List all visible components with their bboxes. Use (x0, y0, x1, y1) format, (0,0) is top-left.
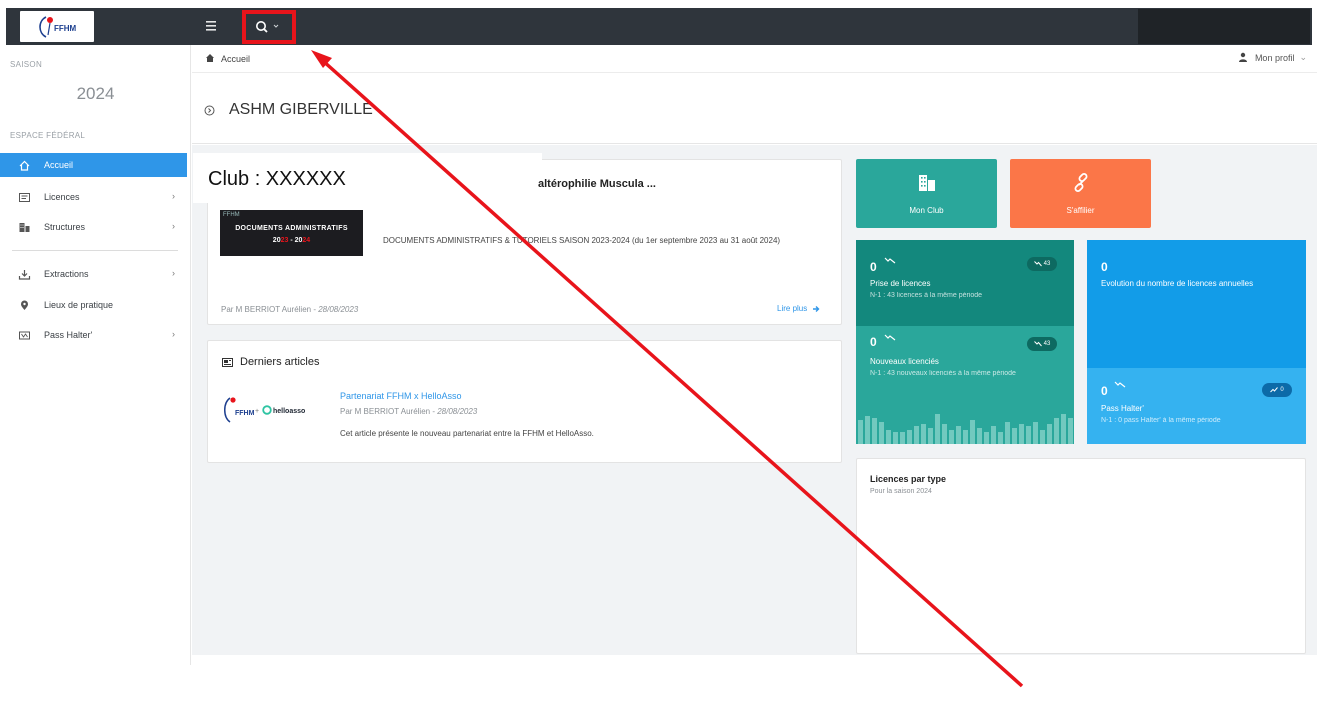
thumb-season: 2023 - 2024 (272, 237, 311, 244)
sidebar-divider (12, 250, 178, 251)
club-label: Club : XXXXXX (208, 168, 346, 190)
article-description: Cet article présente le nouveau partenar… (340, 429, 594, 438)
ticket-icon (19, 331, 30, 339)
espace-label: ESPACE FÉDÉRAL (10, 131, 86, 140)
search-icon (256, 21, 268, 33)
saison-label: SAISON (10, 60, 43, 69)
sidebar-item-label: Accueil (44, 160, 74, 170)
download-icon (18, 269, 31, 280)
svg-text:+: + (255, 408, 259, 415)
mon-club-label: Mon Club (909, 206, 944, 215)
breadcrumb-home-link[interactable]: Accueil (221, 54, 250, 64)
article-author: Par M BERRIOT Aurélien - 28/08/2023 (340, 407, 478, 416)
trend-down-icon (884, 334, 896, 341)
stat-subtitle: N-1 : 43 licences à la même période (870, 292, 983, 299)
read-more-link[interactable]: Lire plus (777, 304, 820, 313)
stat-evolution-licences[interactable]: 0 Evolution du nombre de licences annuel… (1087, 240, 1306, 368)
building-icon (919, 175, 935, 191)
sidebar-item-label: Pass Halter' (44, 330, 93, 340)
stat-value: 0 (870, 335, 877, 349)
trend-badge: 43 (1027, 257, 1057, 271)
trend-down-icon (1114, 381, 1126, 388)
stat-title: Nouveaux licenciés (870, 357, 939, 366)
sidebar-item-extractions[interactable]: Extractions › (0, 262, 187, 286)
sidebar-item-pass-halter[interactable]: Pass Halter' › (0, 323, 187, 347)
sidebar-item-label: Licences (44, 192, 80, 202)
chevron-down-icon (273, 24, 279, 28)
chevron-right-icon: › (172, 221, 175, 231)
profile-area[interactable] (1138, 9, 1310, 44)
sidebar-item-accueil[interactable]: Accueil (0, 153, 187, 177)
link-icon (1074, 173, 1088, 192)
trend-badge: 0 (1262, 383, 1292, 397)
stat-subtitle: N-1 : 43 nouveaux licenciés à la même pé… (870, 370, 1016, 377)
chevron-right-icon: › (172, 329, 175, 339)
stat-value: 0 (1101, 384, 1108, 398)
sidebar-item-lieux[interactable]: Lieux de pratique (0, 293, 187, 317)
svg-text:FFHM: FFHM (235, 410, 255, 417)
trend-down-icon (884, 257, 896, 264)
stat-title: Prise de licences (870, 279, 931, 288)
articles-heading: Derniers articles (222, 356, 319, 368)
ffhm-logo[interactable]: FFHM (20, 11, 94, 42)
home-icon (206, 54, 214, 62)
arrow-right-icon (813, 305, 820, 312)
stat-title: Pass Halter' (1101, 404, 1144, 413)
stat-pass-halter[interactable]: 0 0 Pass Halter' N-1 : 0 pass Halter' à … (1087, 368, 1306, 444)
saison-year[interactable]: 2024 (0, 84, 191, 104)
sidebar-item-label: Structures (44, 222, 86, 232)
license-card-icon (19, 192, 30, 202)
circle-chevron-icon (204, 105, 215, 116)
stat-value: 0 (1101, 260, 1108, 274)
stat-subtitle: N-1 : 0 pass Halter' à la même période (1101, 417, 1221, 424)
read-more-label: Lire plus (777, 304, 808, 313)
logo-text: FFHM (54, 24, 77, 33)
newspaper-icon (222, 357, 233, 367)
stat-nouveaux-licencies[interactable]: 0 43 Nouveaux licenciés N-1 : 43 nouveau… (856, 326, 1074, 444)
licences-type-title: Licences par type (870, 474, 947, 484)
stat-value: 0 (870, 260, 877, 274)
sidebar-item-label: Extractions (44, 269, 89, 279)
page: FFHM SAISON 2024 ESPACE FÉDÉRAL Accueil (0, 0, 1317, 709)
chevron-down-icon: ⌄ (1299, 52, 1307, 62)
sidebar-item-structures[interactable]: Structures › (0, 215, 187, 239)
sidebar-item-licences[interactable]: Licences › (0, 185, 187, 209)
article-title-link[interactable]: Partenariat FFHM x HelloAsso (340, 391, 462, 401)
page-header: ASHM GIBERVILLE (192, 74, 1317, 144)
top-bar: FFHM (6, 8, 1312, 45)
trend-badge: 43 (1027, 337, 1057, 351)
breadcrumb: Accueil Mon profil ⌄ (192, 45, 1317, 73)
sparkline-bars (858, 414, 1073, 444)
thumb-title: DOCUMENTS ADMINISTRATIFS (235, 225, 348, 232)
profile-label: Mon profil (1254, 52, 1295, 63)
page-title: ASHM GIBERVILLE (229, 101, 373, 118)
building-icon (19, 222, 30, 232)
thumb-logo: FFHM (223, 212, 240, 218)
profile-menu[interactable]: Mon profil ⌄ (1238, 52, 1307, 63)
hamburger-menu-icon[interactable] (205, 19, 221, 33)
news-author: Par M BERRIOT Aurélien - 28/08/2023 (221, 305, 359, 314)
article-thumbnail[interactable]: FFHM + helloasso (220, 388, 320, 430)
map-pin-icon (21, 300, 28, 310)
svg-text:helloasso: helloasso (273, 408, 305, 415)
user-icon (1238, 52, 1247, 62)
licences-type-subtitle: Pour la saison 2024 (870, 488, 932, 495)
search-toggle-button[interactable] (242, 10, 296, 44)
news-thumbnail[interactable]: FFHM DOCUMENTS ADMINISTRATIFS 2023 - 202… (220, 210, 363, 256)
chevron-right-icon: › (172, 268, 175, 278)
affiliate-button[interactable]: S'affilier (1010, 159, 1151, 228)
news-description: DOCUMENTS ADMINISTRATIFS & TUTORIELS SAI… (383, 236, 781, 245)
news-title[interactable]: altérophilie Muscula ... (538, 178, 656, 190)
mon-club-button[interactable]: Mon Club (856, 159, 997, 228)
stat-prise-licences[interactable]: 0 43 Prise de licences N-1 : 43 licences… (856, 240, 1074, 326)
chevron-right-icon: › (172, 191, 175, 201)
sidebar: SAISON 2024 ESPACE FÉDÉRAL Accueil Licen… (0, 45, 191, 665)
affiliate-label: S'affilier (1066, 206, 1095, 215)
sidebar-item-label: Lieux de pratique (44, 300, 114, 310)
stat-title: Evolution du nombre de licences annuelle… (1101, 279, 1254, 288)
home-icon (19, 160, 30, 171)
